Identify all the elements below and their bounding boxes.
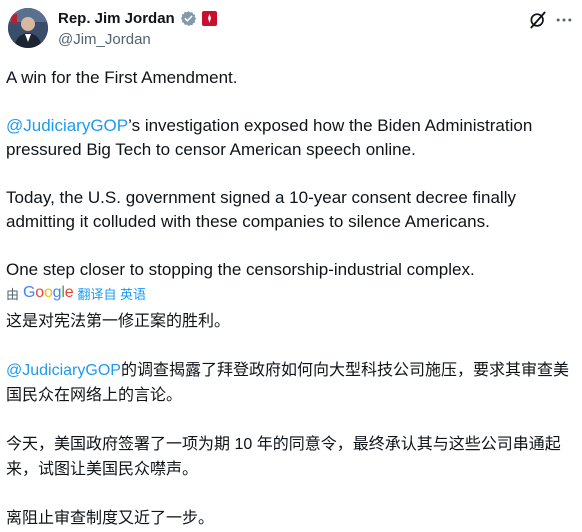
translated-paragraph-2: @JudiciaryGOP的调查揭露了拜登政府如何向大型科技公司施压，要求其审查… — [6, 358, 572, 408]
affiliation-badge-icon[interactable] — [201, 11, 217, 26]
mention-link[interactable]: @JudiciaryGOP — [6, 116, 128, 135]
translated-text: 这是对宪法第一修正案的胜利。 @JudiciaryGOP的调查揭露了拜登政府如何… — [6, 309, 572, 531]
tweet-header: Rep. Jim Jordan @Jim_Jordan — [8, 8, 574, 56]
paragraph-3: Today, the U.S. government signed a 10-y… — [6, 188, 516, 231]
grok-icon[interactable] — [528, 10, 548, 30]
paragraph-4: One step closer to stopping the censorsh… — [6, 260, 475, 279]
tweet-text: A win for the First Amendment. @Judiciar… — [6, 66, 566, 282]
translation-link[interactable]: 翻译自 英语 — [77, 284, 146, 303]
paragraph-1: A win for the First Amendment. — [6, 68, 238, 87]
google-logo: Google — [23, 284, 74, 301]
translated-paragraph-4: 离阻止审查制度又近了一步。 — [6, 510, 215, 527]
more-icon[interactable] — [554, 10, 574, 30]
display-name[interactable]: Rep. Jim Jordan — [58, 10, 175, 27]
avatar[interactable] — [8, 8, 48, 48]
paragraph-2: @JudiciaryGOP’s investigation exposed ho… — [6, 114, 566, 162]
translated-mention-link[interactable]: @JudiciaryGOP — [6, 362, 121, 379]
translation-bar: 由 Google 翻译自 英语 — [6, 283, 146, 303]
translated-paragraph-1: 这是对宪法第一修正案的胜利。 — [6, 313, 231, 330]
translated-paragraph-3: 今天，美国政府签署了一项为期 10 年的同意令，最终承认其与这些公司串通起来，试… — [6, 436, 561, 478]
verified-badge-icon[interactable] — [180, 10, 197, 27]
handle[interactable]: @Jim_Jordan — [58, 31, 151, 48]
translated-by-label: 由 — [6, 286, 20, 302]
